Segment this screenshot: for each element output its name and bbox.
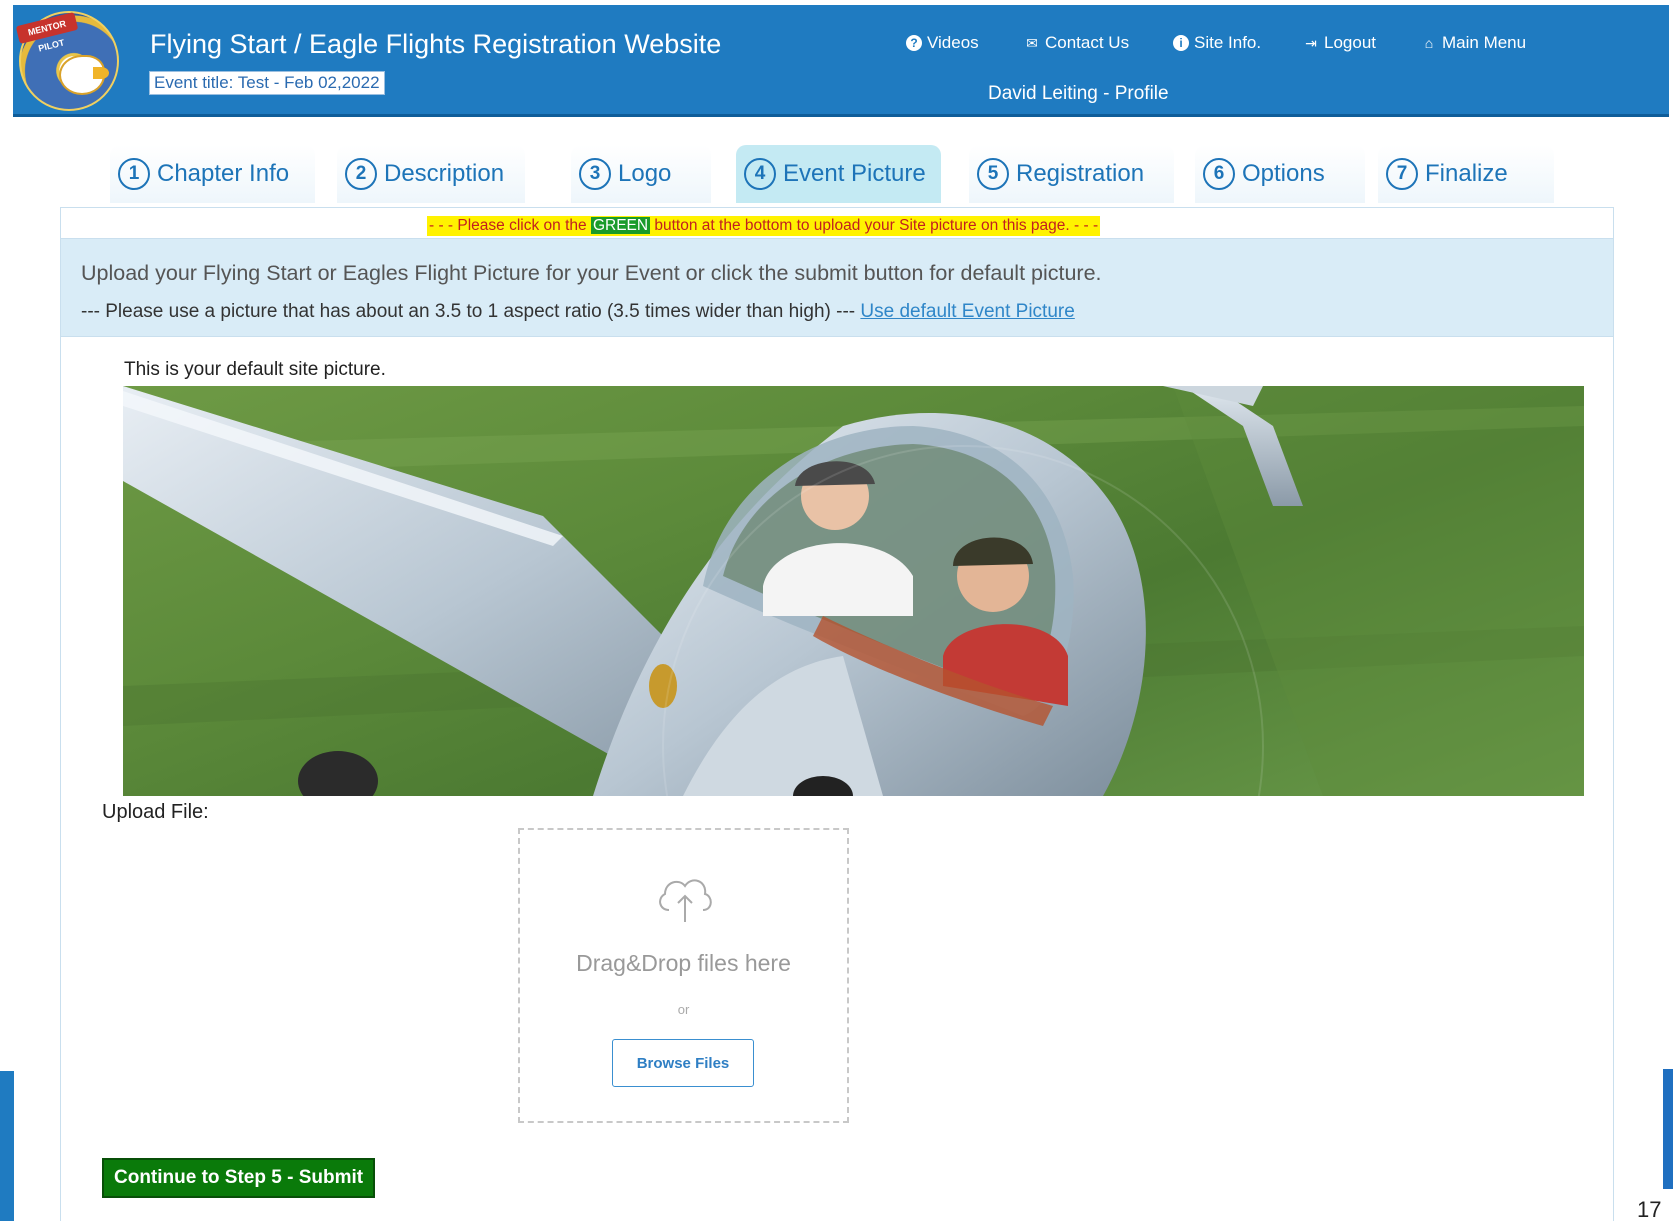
home-icon: ⌂	[1424, 35, 1434, 51]
right-edge-strip	[1663, 1069, 1673, 1189]
nav-site-info-label: Site Info.	[1194, 33, 1262, 52]
site-header: MENTOR PILOT Flying Start / Eagle Flight…	[13, 5, 1669, 117]
nav-logout[interactable]: ⇥ Logout	[1303, 33, 1376, 53]
logo-banner-text: MENTOR PILOT	[15, 12, 79, 54]
page-number: 17	[1637, 1197, 1662, 1221]
nav-contact-us[interactable]: ✉ Contact Us	[1024, 33, 1129, 53]
eagle-flights-logo[interactable]: MENTOR PILOT	[15, 11, 119, 111]
use-default-picture-link[interactable]: Use default Event Picture	[860, 301, 1074, 322]
site-title: Flying Start / Eagle Flights Registratio…	[150, 29, 722, 59]
info-circle-icon: i	[1173, 35, 1189, 51]
nav-main-menu[interactable]: ⌂ Main Menu	[1421, 33, 1526, 53]
continue-submit-button[interactable]: Continue to Step 5 - Submit	[102, 1158, 376, 1198]
notice-green-highlight: GREEN	[590, 217, 651, 234]
nav-main-menu-label: Main Menu	[1442, 33, 1527, 52]
default-picture-label: This is your default site picture.	[124, 359, 386, 380]
aspect-ratio-text: --- Please use a picture that has about …	[81, 301, 861, 322]
nav-videos[interactable]: ? Videos	[906, 33, 979, 53]
tab-finalize[interactable]: 7 Finalize	[1378, 145, 1554, 203]
aspect-ratio-note: --- Please use a picture that has about …	[81, 301, 1075, 323]
browse-files-button[interactable]: Browse Files	[612, 1039, 754, 1087]
airplane-photo-illustration	[123, 386, 1584, 796]
upload-notice: - - - Please click on the GREEN button a…	[427, 216, 1101, 236]
step-5-icon: 5	[977, 158, 1009, 190]
nav-videos-label: Videos	[927, 33, 979, 52]
tab-logo[interactable]: 3 Logo	[571, 145, 711, 203]
instructions-heading: Upload your Flying Start or Eagles Fligh…	[81, 261, 1102, 285]
tab-options[interactable]: 6 Options	[1195, 145, 1365, 203]
cloud-upload-icon	[659, 879, 712, 922]
step-2-icon: 2	[345, 158, 377, 190]
tab-label: Registration	[1016, 160, 1145, 187]
upload-file-label: Upload File:	[102, 801, 209, 823]
event-title: Event title: Test - Feb 02,2022	[149, 71, 385, 95]
or-text: or	[677, 1002, 690, 1017]
step-3-icon: 3	[579, 158, 611, 190]
tab-label: Options	[1242, 160, 1325, 187]
tab-event-picture[interactable]: 4 Event Picture	[736, 145, 941, 203]
tab-label: Event Picture	[783, 160, 926, 187]
left-edge-strip	[0, 1071, 14, 1221]
tab-description[interactable]: 2 Description	[337, 145, 525, 203]
notice-text-before: - - - Please click on the	[429, 217, 591, 234]
step-tabs: 1 Chapter Info 2 Description 3 Logo 4 Ev…	[0, 145, 1673, 203]
tab-registration[interactable]: 5 Registration	[969, 145, 1174, 203]
file-dropzone[interactable]: Drag&Drop files here or Browse Files	[518, 828, 849, 1123]
step-1-icon: 1	[118, 158, 150, 190]
question-circle-icon: ?	[906, 35, 922, 51]
nav-logout-label: Logout	[1324, 33, 1376, 52]
step-6-icon: 6	[1203, 158, 1235, 190]
drag-drop-text: Drag&Drop files here	[576, 950, 791, 976]
tab-label: Description	[384, 160, 505, 187]
profile-link[interactable]: David Leiting - Profile	[988, 83, 1169, 105]
envelope-icon: ✉	[1026, 35, 1038, 51]
default-event-picture	[123, 386, 1584, 796]
step-7-icon: 7	[1386, 158, 1418, 190]
tab-label: Chapter Info	[157, 160, 290, 187]
notice-text-after: button at the bottom to upload your Site…	[650, 217, 1099, 234]
tab-chapter-info[interactable]: 1 Chapter Info	[110, 145, 315, 203]
tab-label: Logo	[618, 160, 672, 187]
nav-contact-label: Contact Us	[1045, 33, 1130, 52]
tab-label: Finalize	[1425, 160, 1508, 187]
nav-site-info[interactable]: i Site Info.	[1173, 33, 1261, 53]
instructions-box: Upload your Flying Start or Eagles Fligh…	[61, 238, 1613, 337]
step-4-icon: 4	[744, 158, 776, 190]
eagle-beak-icon	[93, 67, 109, 79]
logout-icon: ⇥	[1305, 35, 1317, 51]
event-picture-panel: - - - Please click on the GREEN button a…	[60, 207, 1614, 1221]
